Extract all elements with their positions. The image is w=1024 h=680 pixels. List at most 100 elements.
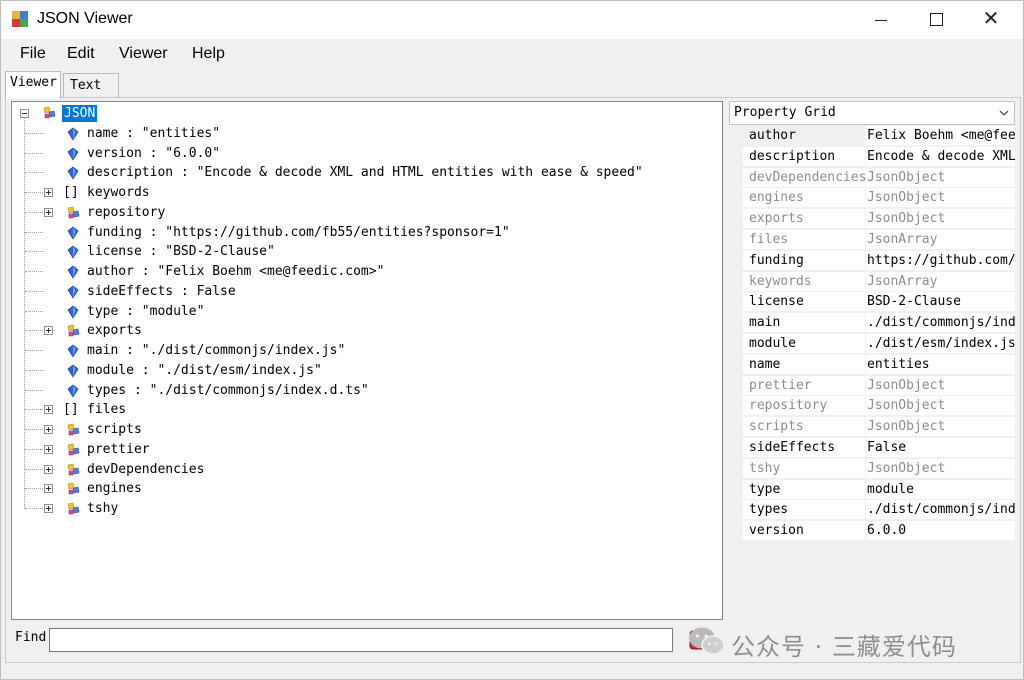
tree-node[interactable]: [] files (12, 400, 712, 419)
property-value[interactable]: 6.0.0 (866, 521, 1015, 542)
property-row[interactable]: module ./dist/esm/index.js (729, 334, 1015, 355)
tree-node[interactable]: prettier (12, 440, 712, 459)
property-row-gutter (729, 146, 743, 168)
expand-icon[interactable] (44, 405, 53, 415)
property-value[interactable]: JsonObject (866, 375, 1015, 396)
property-row[interactable]: version 6.0.0 (729, 521, 1015, 543)
tree-connector (25, 389, 43, 391)
property-value[interactable]: ./dist/commonjs/inde (866, 500, 1015, 521)
tree-connector (25, 231, 43, 233)
property-value[interactable]: JsonObject (866, 458, 1015, 479)
property-row[interactable]: scripts JsonObject (729, 417, 1015, 439)
property-value[interactable]: JsonObject (866, 167, 1015, 188)
property-row[interactable]: engines JsonObject (729, 188, 1015, 210)
property-value[interactable]: JsonObject (866, 209, 1015, 230)
expand-icon[interactable] (44, 484, 53, 494)
property-name: repository (743, 396, 866, 417)
tree-connector (25, 409, 43, 411)
tree-node[interactable]: scripts (12, 420, 712, 439)
property-row[interactable]: types ./dist/commonjs/inde (729, 500, 1015, 522)
property-grid: author Felix Boehm <me@feed description Enc… (729, 126, 1015, 620)
tree-node[interactable]: description : "Encode & decode XML and H… (12, 163, 712, 182)
property-value[interactable]: entities (866, 354, 1015, 375)
tree-node[interactable]: devDependencies (12, 460, 712, 479)
tree-node[interactable]: sideEffects : False (12, 282, 712, 301)
property-value[interactable]: JsonObject (866, 417, 1015, 438)
property-value[interactable]: BSD-2-Clause (866, 292, 1015, 313)
property-row[interactable]: description Encode & decode XML (729, 146, 1015, 168)
maximize-button[interactable] (913, 1, 959, 39)
find-input[interactable] (49, 628, 673, 652)
tree-node[interactable]: name : "entities" (12, 124, 712, 143)
property-row[interactable]: funding https://github.com/f (729, 250, 1015, 272)
tree-node[interactable]: author : "Felix Boehm <me@feedic.com>" (12, 262, 712, 281)
property-row[interactable]: sideEffects False (729, 438, 1015, 459)
tree-node[interactable]: module : "./dist/esm/index.js" (12, 361, 712, 380)
expand-icon[interactable] (44, 425, 53, 434)
expand-icon[interactable] (44, 188, 53, 197)
title-bar[interactable]: JSON Viewer ✕ (1, 1, 1023, 39)
property-name: name (743, 354, 866, 375)
tab-text[interactable]: Text (63, 73, 119, 97)
property-row[interactable]: license BSD-2-Clause (729, 292, 1015, 314)
tab-viewer[interactable]: Viewer (5, 71, 61, 99)
object-node-icon (67, 482, 80, 495)
property-value[interactable]: JsonArray (866, 271, 1015, 292)
property-name: main (743, 313, 866, 334)
property-value[interactable]: Encode & decode XML (866, 146, 1015, 167)
property-value[interactable]: Felix Boehm <me@feed (866, 126, 1015, 146)
expand-icon[interactable] (44, 444, 53, 454)
property-row[interactable]: keywords JsonArray (729, 271, 1015, 293)
property-value[interactable]: https://github.com/f (866, 250, 1015, 271)
expand-icon[interactable] (44, 504, 53, 513)
tree-node[interactable]: version : "6.0.0" (12, 144, 712, 163)
property-row[interactable]: author Felix Boehm <me@feed (729, 126, 1015, 147)
property-row[interactable]: devDependencies JsonObject (729, 167, 1015, 189)
property-row[interactable]: repository JsonObject (729, 396, 1015, 418)
tree-node[interactable]: funding : "https://github.com/fb55/entit… (12, 223, 712, 242)
tree-connector (25, 251, 43, 253)
json-tree-view[interactable]: JSON name : "entities" version : "6.0.0" de… (11, 101, 723, 620)
tree-node[interactable]: exports (12, 321, 712, 340)
property-value[interactable]: ./dist/esm/index.js (866, 334, 1015, 354)
tree-node[interactable]: engines (12, 479, 712, 498)
property-row-gutter (729, 438, 743, 459)
tree-node[interactable]: [] keywords (12, 183, 712, 202)
tree-node[interactable]: type : "module" (12, 302, 712, 321)
property-row[interactable]: exports JsonObject (729, 209, 1015, 231)
property-row[interactable]: name entities (729, 354, 1015, 376)
tree-node[interactable]: types : "./dist/commonjs/index.d.ts" (12, 381, 712, 400)
expand-icon[interactable] (44, 464, 53, 474)
property-row[interactable]: files JsonArray (729, 230, 1015, 251)
property-value[interactable]: ./dist/commonjs/inde (866, 313, 1015, 334)
property-row-gutter (729, 271, 743, 293)
property-value[interactable]: JsonObject (866, 396, 1015, 417)
tree-node[interactable]: main : "./dist/commonjs/index.js" (12, 341, 712, 360)
tree-node[interactable]: tshy (12, 499, 712, 518)
menu-edit[interactable]: Edit (67, 45, 95, 63)
tree-node[interactable]: license : "BSD-2-Clause" (12, 242, 712, 261)
tree-node[interactable]: repository (12, 203, 712, 222)
property-value[interactable]: JsonObject (866, 188, 1015, 209)
property-row[interactable]: prettier JsonObject (729, 375, 1015, 397)
property-value[interactable]: False (866, 438, 1015, 458)
property-value[interactable]: module (866, 479, 1015, 500)
property-row[interactable]: tshy JsonObject (729, 458, 1015, 480)
property-grid-selector[interactable]: Property Grid (729, 101, 1015, 125)
expand-icon[interactable] (44, 326, 53, 336)
close-button[interactable]: ✕ (968, 1, 1014, 39)
property-value[interactable]: JsonArray (866, 230, 1015, 250)
menu-viewer[interactable]: Viewer (119, 45, 168, 63)
expand-icon[interactable] (44, 207, 53, 217)
property-name: description (743, 146, 866, 167)
value-node-icon (67, 127, 79, 141)
tree-root-node[interactable]: JSON (12, 104, 712, 123)
collapse-icon[interactable] (20, 109, 29, 118)
tree-node-label: keywords (87, 185, 150, 200)
menu-help[interactable]: Help (192, 45, 225, 63)
menu-file[interactable]: File (20, 45, 46, 63)
property-row[interactable]: main ./dist/commonjs/inde (729, 313, 1015, 335)
minimize-button[interactable] (858, 1, 904, 39)
property-row[interactable]: type module (729, 479, 1015, 501)
chevron-down-icon (999, 110, 1009, 116)
